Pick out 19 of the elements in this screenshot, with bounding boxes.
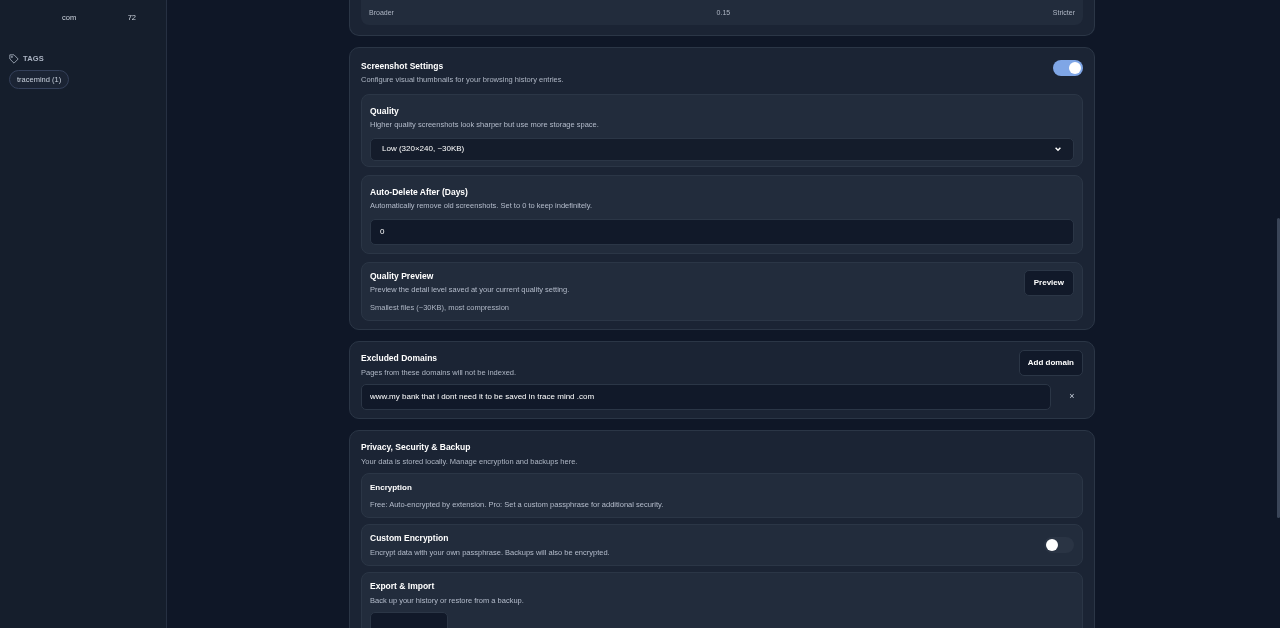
days-input[interactable]: 0 bbox=[370, 218, 1074, 245]
section-title: Excluded Domains bbox=[361, 351, 439, 365]
section-title: Custom Encryption bbox=[370, 532, 450, 545]
toggle-switch[interactable] bbox=[1053, 59, 1083, 76]
toggle-switch[interactable] bbox=[1044, 537, 1074, 553]
section-title: Privacy, Security & Backup bbox=[361, 440, 472, 454]
tag-icon bbox=[9, 53, 19, 64]
domain-input[interactable]: www.my bank that i dont need it to be saved in trace mind .com bbox=[361, 383, 1051, 410]
section-title: Auto-Delete After (Days) bbox=[370, 185, 469, 199]
chevron-down-icon bbox=[1054, 145, 1062, 153]
section-title: Export & Import bbox=[370, 580, 436, 593]
section-title: Screenshot Settings bbox=[361, 59, 445, 73]
preview-button[interactable]: Preview bbox=[1023, 269, 1074, 296]
section-title: Encryption bbox=[370, 481, 413, 494]
add-domain-button[interactable]: Add domain bbox=[1018, 349, 1083, 376]
remove-button[interactable]: × bbox=[1061, 390, 1083, 404]
quality-select[interactable]: Low (320×240, ~30KB) bbox=[370, 137, 1074, 161]
section-title: Quality bbox=[370, 104, 400, 118]
section-title: Quality Preview bbox=[370, 269, 435, 283]
